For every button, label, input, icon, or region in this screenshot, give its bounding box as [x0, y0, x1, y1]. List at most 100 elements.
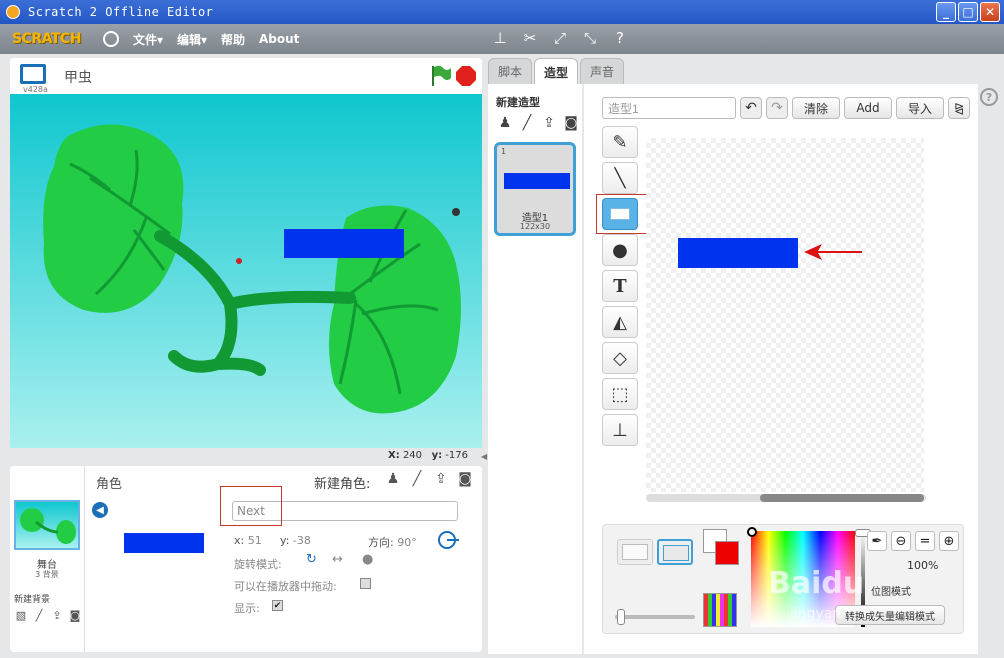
menu-about[interactable]: About: [259, 32, 299, 46]
costume-thumbnail: [504, 173, 570, 189]
back-arrow-icon[interactable]: ◀: [92, 502, 108, 518]
upload-costume-icon[interactable]: ⇪: [540, 114, 558, 132]
camera-sprite-icon[interactable]: ◙: [456, 470, 474, 488]
sprite-library-icon[interactable]: ♟: [384, 470, 402, 488]
collapse-arrow-icon[interactable]: ◀: [481, 452, 487, 462]
ellipse-icon[interactable]: ●: [602, 234, 638, 266]
x-label: x:: [234, 534, 245, 547]
add-button[interactable]: Add: [844, 97, 892, 119]
dont-rotate-icon[interactable]: ●: [362, 552, 373, 567]
camera-backdrop-icon[interactable]: ◙: [68, 608, 82, 622]
eyedropper-icon[interactable]: ✒: [867, 531, 887, 551]
close-window-button[interactable]: ✕: [980, 2, 1000, 22]
stage-thumbnail[interactable]: [14, 500, 80, 550]
cut-scissors-icon[interactable]: ✂: [520, 28, 540, 48]
paint-canvas[interactable]: [646, 138, 924, 492]
zoom-in-icon[interactable]: ⊕: [939, 531, 959, 551]
menu-edit[interactable]: 编辑▾: [177, 31, 207, 48]
color-swatch[interactable]: [703, 529, 739, 565]
fill-bucket-icon[interactable]: ◭: [602, 306, 638, 338]
costume-index: 1: [501, 147, 507, 156]
clear-button[interactable]: 清除: [792, 97, 840, 119]
rotate-all-around-icon[interactable]: ↻: [306, 552, 317, 567]
canvas-scrollbar[interactable]: [646, 494, 926, 502]
language-globe-icon[interactable]: [102, 31, 119, 47]
line-icon[interactable]: ╲: [602, 162, 638, 194]
sprites-label: 角色: [96, 477, 123, 492]
stage-canvas[interactable]: [10, 94, 482, 448]
red-arrow-icon: [804, 244, 862, 260]
zoom-reset-icon[interactable]: =: [915, 531, 935, 551]
stage-backdrop-count: 3 背景: [35, 570, 59, 579]
costume-rectangle[interactable]: [678, 238, 798, 268]
paint-new-sprite-icon[interactable]: ╱: [408, 470, 426, 488]
direction-dial[interactable]: [438, 531, 459, 549]
green-flag-icon[interactable]: [430, 64, 452, 88]
outline-option[interactable]: [657, 539, 693, 565]
import-button[interactable]: 导入: [896, 97, 944, 119]
scratch-logo[interactable]: SCRATCH: [12, 31, 81, 47]
stage-header: v428a 甲虫: [10, 58, 482, 94]
menu-help[interactable]: 帮助: [221, 31, 245, 48]
costume-item[interactable]: 1 造型1 122x30: [494, 142, 576, 236]
tool-highlight-box: [596, 194, 650, 234]
new-sprite-label: 新建角色:: [314, 477, 371, 492]
tab-sounds[interactable]: 声音: [580, 58, 624, 84]
redo-icon[interactable]: ↷: [766, 97, 788, 119]
palette-icon[interactable]: [703, 593, 737, 627]
baidu-watermark: Baidu: [768, 566, 865, 601]
menu-file[interactable]: 文件▾: [133, 31, 163, 48]
direction-label: 方向:: [368, 536, 394, 549]
fullscreen-icon[interactable]: [20, 64, 46, 84]
convert-to-vector-button[interactable]: 转换成矢量编辑模式: [835, 605, 945, 625]
flip-icon[interactable]: ⧎: [948, 97, 970, 119]
mouse-y-value: -176: [445, 450, 468, 461]
maximize-button[interactable]: □: [958, 2, 978, 22]
line-width-knob[interactable]: [617, 609, 625, 625]
shrink-icon[interactable]: ⤡: [580, 28, 600, 48]
show-label: 显示:: [234, 602, 260, 615]
draggable-label: 可以在播放器中拖动:: [234, 580, 337, 593]
x-value: 51: [247, 534, 262, 547]
upload-backdrop-icon[interactable]: ⇪: [50, 608, 64, 622]
blue-rectangle-sprite[interactable]: [284, 229, 404, 258]
direction-value: 90°: [397, 536, 417, 549]
help-icon[interactable]: ?: [980, 88, 998, 106]
upload-sprite-icon[interactable]: ⇪: [432, 470, 450, 488]
camera-costume-icon[interactable]: ◙: [562, 114, 580, 132]
paint-backdrop-icon[interactable]: ╱: [32, 608, 46, 622]
paint-costume-icon[interactable]: ╱: [518, 114, 536, 132]
stop-icon[interactable]: [456, 66, 476, 86]
eraser-icon[interactable]: ◇: [602, 342, 638, 374]
help-block-icon[interactable]: ?: [610, 28, 630, 48]
minimize-button[interactable]: _: [936, 2, 956, 22]
show-checkbox[interactable]: ✔: [272, 600, 283, 611]
undo-icon[interactable]: ↶: [740, 97, 762, 119]
select-icon[interactable]: ⬚: [602, 378, 638, 410]
highlight-box: [220, 486, 282, 526]
grow-icon[interactable]: ⤢: [550, 28, 570, 48]
stamp-icon[interactable]: ⊥: [602, 414, 638, 446]
bitmap-mode-label: 位图模式: [871, 587, 911, 598]
beetle-sprite[interactable]: [452, 208, 460, 216]
tab-scripts[interactable]: 脚本: [488, 58, 532, 84]
text-icon[interactable]: T: [602, 270, 638, 302]
zoom-out-icon[interactable]: ⊖: [891, 531, 911, 551]
left-leaf: [43, 124, 184, 313]
line-width-slider[interactable]: [615, 615, 695, 619]
menu-bar: SCRATCH 文件▾ 编辑▾ 帮助 About ⊥ ✂ ⤢ ⤡ ?: [0, 24, 1004, 54]
editor-tabs: 脚本 造型 声音: [488, 58, 624, 86]
left-right-icon[interactable]: ↔: [332, 552, 343, 567]
costume-name-input[interactable]: [602, 97, 736, 119]
zoom-level: 100%: [907, 559, 939, 572]
tab-costumes[interactable]: 造型: [534, 58, 578, 86]
backdrop-library-icon[interactable]: ▧: [14, 608, 28, 622]
red-dot: [236, 258, 242, 264]
brush-icon[interactable]: ✎: [602, 126, 638, 158]
duplicate-stamp-icon[interactable]: ⊥: [490, 28, 510, 48]
draggable-checkbox[interactable]: [360, 578, 371, 589]
spectrum-picker[interactable]: [747, 527, 757, 537]
project-title[interactable]: 甲虫: [64, 67, 92, 87]
filled-option[interactable]: [617, 539, 653, 565]
costume-library-icon[interactable]: ♟: [496, 114, 514, 132]
